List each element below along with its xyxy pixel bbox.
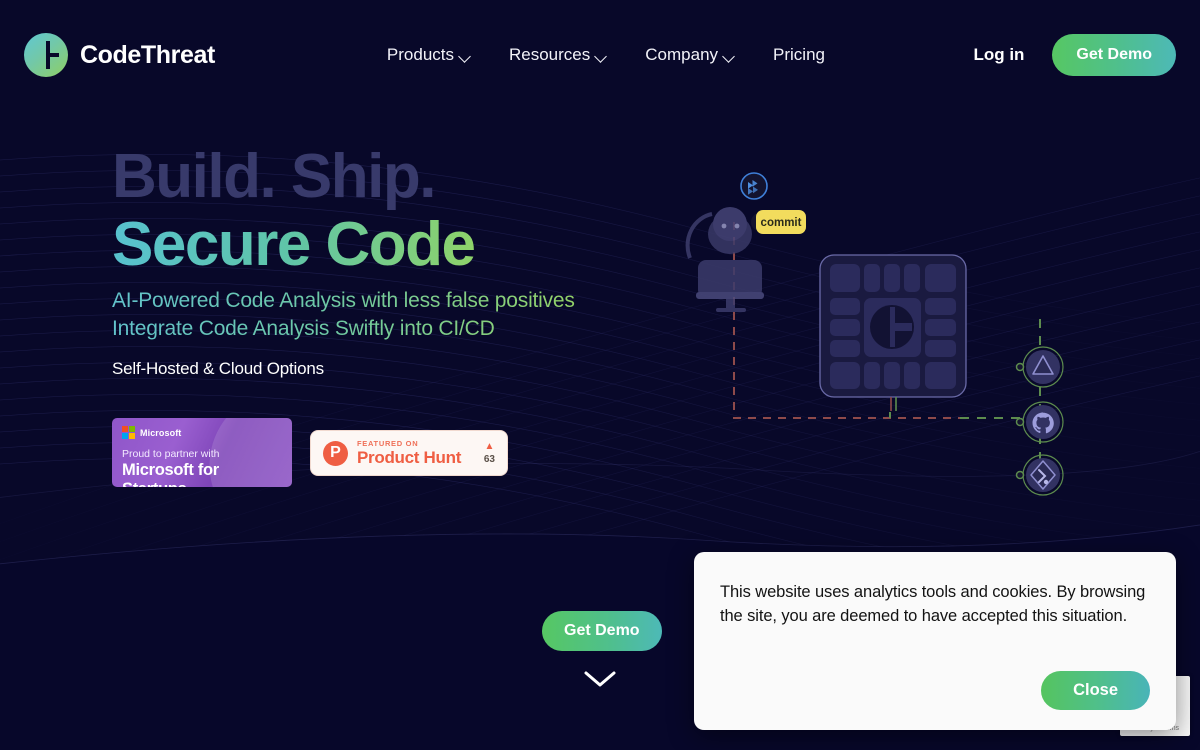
microsoft-wordmark: Microsoft [140,427,182,438]
commit-badge-label: commit [761,217,802,229]
nav-label: Resources [509,45,591,64]
site-header: CodeThreat Products Resources Company Pr… [0,0,1200,110]
nav-label: Products [386,45,454,64]
nav-label: Company [645,45,719,64]
get-demo-button-header[interactable]: Get Demo [1052,34,1176,76]
microsoft-for-startups-badge[interactable]: Microsoft Proud to partner with Microsof… [112,418,292,487]
connector-node [1015,417,1025,427]
self-hosted-label: Self-Hosted & Cloud Options [112,359,324,378]
nav-item-company[interactable]: Company [645,45,735,65]
upvote-arrow-icon: ▲ [484,440,495,452]
hero-cta: Get Demo [542,611,662,651]
microsoft-badge-title: Microsoft for Startups [122,461,219,487]
landing-page: CodeThreat Products Resources Company Pr… [0,0,1200,750]
microsoft-badge-subline: Proud to partner with [122,448,220,460]
header-actions: Log in Get Demo [973,34,1176,76]
codethreat-logo-icon [24,33,68,77]
nav-item-pricing[interactable]: Pricing [773,45,825,65]
hero-subtitle-line2: Integrate Code Analysis Swiftly into CI/… [112,315,575,343]
product-hunt-featured-label: FEATURED ON [357,438,419,448]
upvote-count: 63 [483,453,495,465]
product-hunt-badge[interactable]: P FEATURED ON Product Hunt ▲ 63 [310,430,508,476]
chevron-down-icon [724,52,735,59]
azure-devops-icon [1022,346,1064,388]
partner-badges: Microsoft Proud to partner with Microsof… [112,418,508,487]
nav-item-products[interactable]: Products [387,45,471,65]
hero-subtitle-line1: AI-Powered Code Analysis with less false… [112,287,575,315]
product-hunt-name: Product Hunt [357,447,462,467]
brand-logo[interactable]: CodeThreat [24,33,215,77]
chevron-down-icon[interactable] [582,668,618,690]
chevron-down-icon [596,52,607,59]
commit-badge: commit [751,210,806,234]
nav-item-resources[interactable]: Resources [509,45,607,65]
github-icon [1022,401,1064,443]
hero-copy: Build. Ship. Secure Code AI-Powered Code… [112,146,575,343]
hero-headline-gradient: Secure Code [112,212,575,277]
cookie-consent-banner: This website uses analytics tools and co… [694,552,1176,730]
nav-label: Pricing [773,45,825,64]
connector-node [1015,470,1025,480]
main-navigation: Products Resources Company Pricing [387,45,825,65]
microsoft-logo-icon [122,426,135,439]
cookie-close-button[interactable]: Close [1041,671,1150,710]
get-demo-button-hero[interactable]: Get Demo [542,611,662,651]
bitbucket-pipelines-icon [740,172,768,200]
cookie-message: This website uses analytics tools and co… [720,583,1146,626]
brand-name: CodeThreat [80,40,215,69]
product-hunt-icon: P [323,440,348,466]
product-hunt-upvotes: ▲ 63 [483,440,495,465]
login-link[interactable]: Log in [973,45,1024,65]
chevron-down-icon [460,52,471,59]
hero-headline-muted: Build. Ship. [112,142,436,211]
ci-cd-illustration: .dsh-red { stroke:#8e4a4a; stroke-width:… [685,172,1064,496]
codethreat-chip-icon [819,254,967,411]
gitlab-icon [1022,454,1064,496]
connector-node [1015,362,1025,372]
